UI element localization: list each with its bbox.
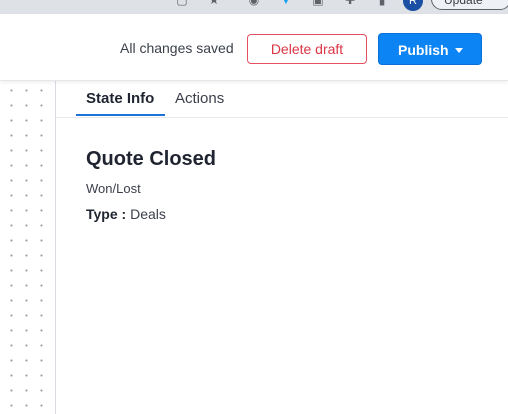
star-icon[interactable]: ★	[207, 0, 221, 7]
tab-actions[interactable]: Actions	[175, 90, 224, 107]
type-label: Type :	[86, 206, 127, 222]
panel-tabs: State Info Actions	[56, 80, 508, 118]
active-tab-indicator	[76, 114, 165, 116]
state-type: Type : Deals	[86, 206, 166, 222]
editor-header: All changes saved Delete draft Publish	[0, 14, 508, 81]
tab-state-info[interactable]: State Info	[86, 90, 154, 107]
workflow-editor: ▢ ★ ◉ ▼ ▣ ✚ ▮ R Update All changes saved…	[0, 0, 508, 414]
bookmark-page-icon[interactable]: ▢	[175, 0, 189, 7]
puzzle-icon[interactable]: ✚	[343, 0, 357, 7]
state-title: Quote Closed	[86, 148, 217, 170]
extension-icon[interactable]: ▮	[375, 0, 389, 7]
chevron-down-icon	[455, 48, 463, 53]
save-status-text: All changes saved	[120, 40, 234, 56]
bird-extension-icon[interactable]: ▼	[279, 0, 293, 7]
type-value: Deals	[130, 206, 166, 222]
extension-icon[interactable]: ▣	[311, 0, 325, 7]
profile-avatar[interactable]: R	[403, 0, 423, 11]
update-button[interactable]: Update	[431, 0, 508, 10]
state-details-panel: State Info Actions Quote Closed Won/Lost…	[56, 80, 508, 414]
state-subtitle: Won/Lost	[86, 181, 141, 196]
delete-draft-button[interactable]: Delete draft	[247, 34, 367, 64]
publish-button-label: Publish	[398, 42, 449, 58]
publish-button[interactable]: Publish	[378, 33, 482, 65]
extension-icon[interactable]: ◉	[247, 0, 261, 7]
browser-toolbar: ▢ ★ ◉ ▼ ▣ ✚ ▮ R Update	[0, 0, 508, 14]
workflow-canvas[interactable]	[0, 80, 56, 414]
